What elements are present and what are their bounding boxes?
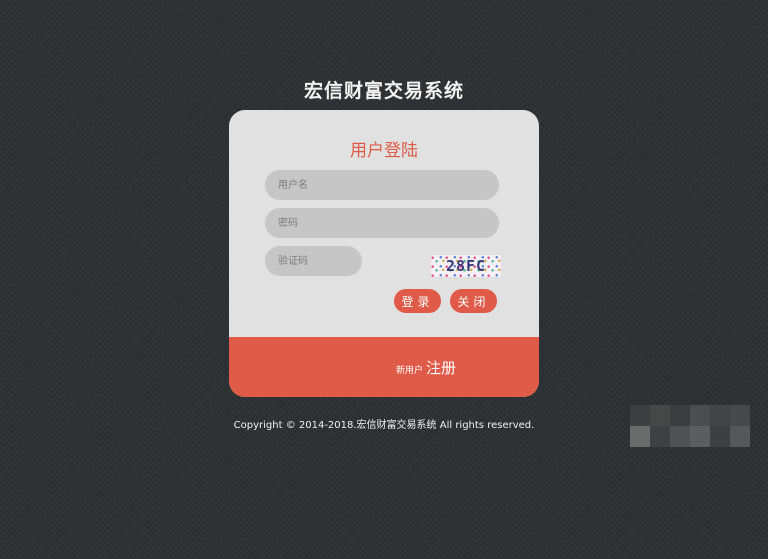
login-title: 用户登陆 [350,141,418,161]
blurred-watermark [630,405,750,447]
username-input[interactable] [265,170,499,200]
password-input[interactable] [265,208,499,238]
login-button[interactable]: 登录 [394,289,441,313]
captcha-text: 28FC [445,257,487,275]
register-link[interactable]: 注册 [426,357,456,378]
register-prefix: 新用户 [395,366,423,376]
register-area: 新用户 注册 [396,357,456,378]
login-card-footer [229,337,539,397]
close-button[interactable]: 关闭 [450,289,497,313]
captcha-image[interactable]: 28FC [430,254,502,278]
site-title: 宏信财富交易系统 [303,80,464,102]
captcha-input[interactable] [265,246,362,276]
